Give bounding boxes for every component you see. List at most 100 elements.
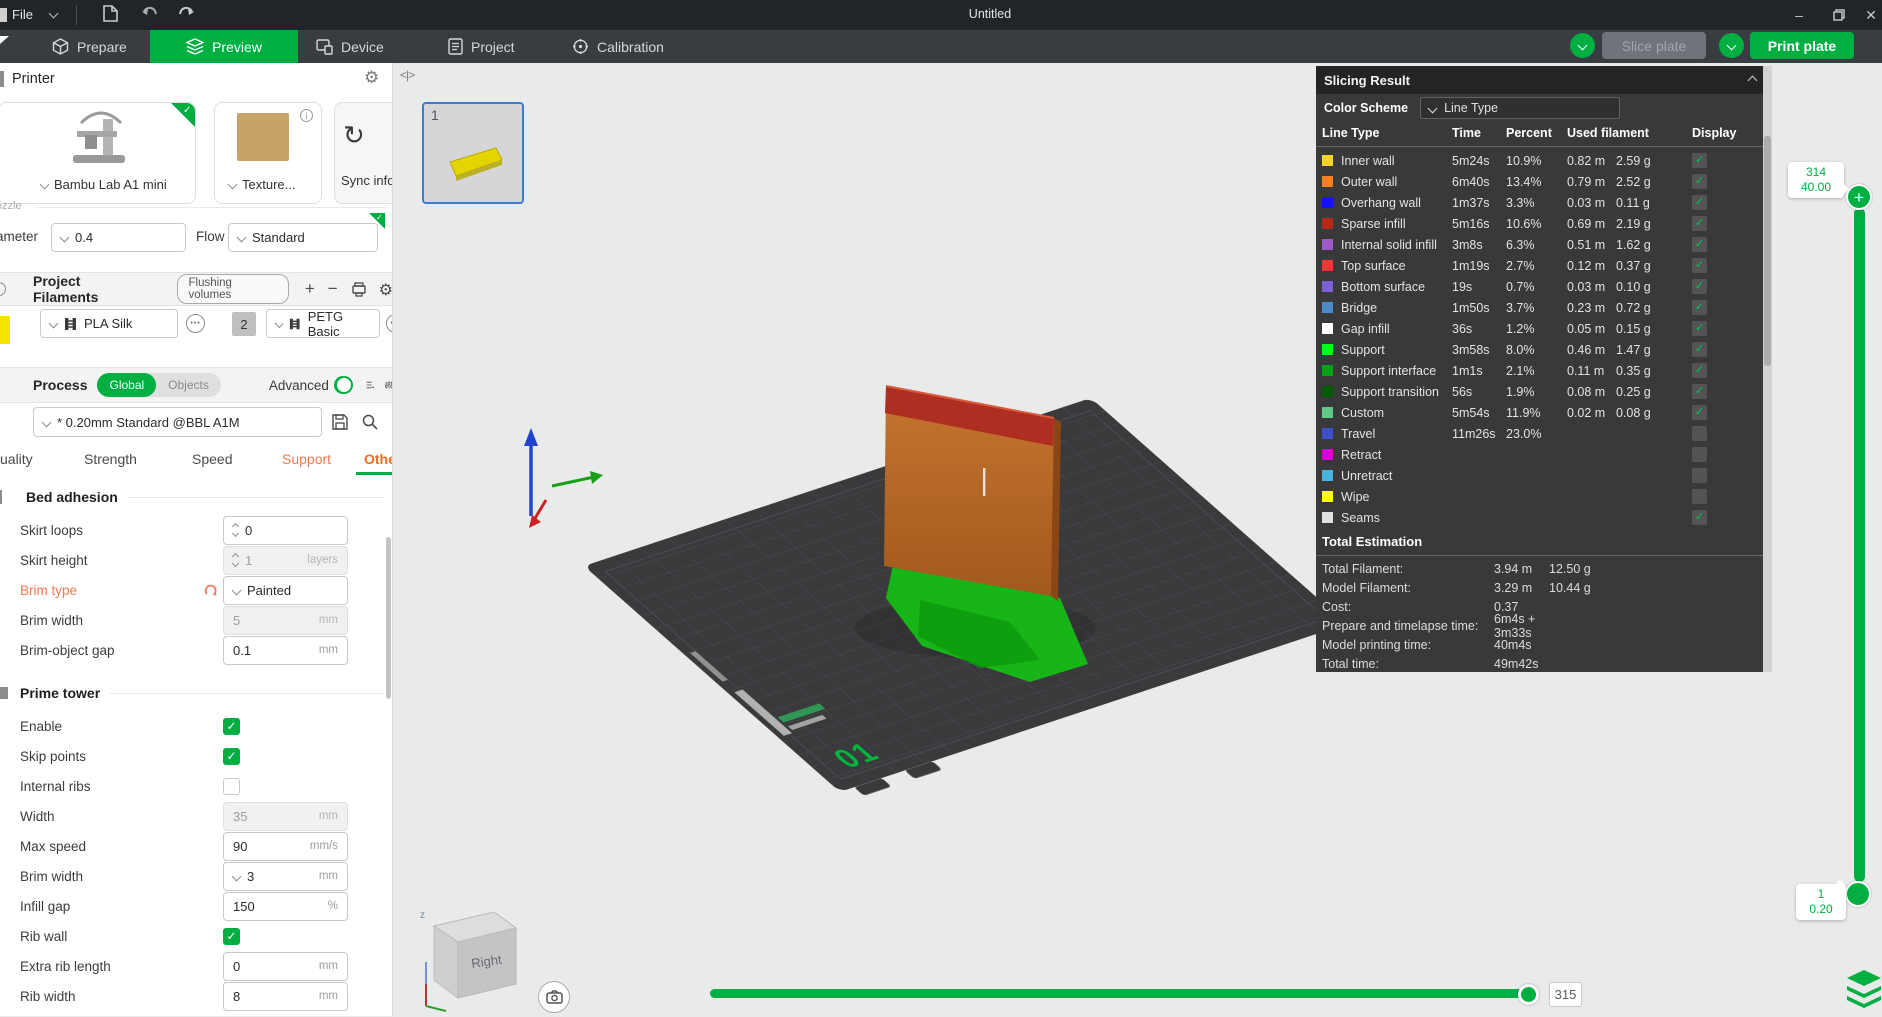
close-button[interactable]: ✕ [1854,0,1882,30]
file-menu-chevron-icon[interactable] [49,9,59,19]
save-preset-icon[interactable] [332,414,348,430]
infill-gap-input[interactable]: 150% [223,892,348,921]
printer-settings-gear-icon[interactable]: ⚙ [364,68,379,88]
process-preset-select[interactable]: * 0.20mm Standard @BBL A1M [33,407,322,437]
process-objects-segment[interactable]: Objects [156,373,221,397]
brim-width-input[interactable]: 5mm [223,606,348,635]
display-checkbox[interactable]: ✓ [1692,426,1707,441]
display-checkbox[interactable]: ✓ [1692,195,1707,210]
advanced-toggle[interactable] [334,376,353,394]
tab-others[interactable]: Others [364,451,393,467]
plate-type-card[interactable]: i Texture... [214,102,322,204]
process-global-segment[interactable]: Global [97,373,156,397]
display-checkbox[interactable]: ✓ [1692,489,1707,504]
nozzle-diameter-select[interactable]: 0.4 [51,223,186,252]
display-checkbox[interactable]: ✓ [1692,174,1707,189]
tab-device[interactable]: Device [300,30,400,63]
filament-1-options-button[interactable]: ••• [186,314,205,333]
printer-model-select[interactable]: Bambu Lab A1 mini [41,177,167,192]
display-checkbox[interactable]: ✓ [1692,258,1707,273]
tab-prepare[interactable]: Prepare [36,30,143,63]
filament-1-select[interactable]: PLA Silk [40,309,178,338]
layer-slider-track[interactable] [1854,208,1865,882]
timeline-slider-track[interactable] [710,989,1530,998]
redo-icon[interactable] [174,5,198,25]
printer-card[interactable]: ✓ Bambu Lab A1 mini [0,102,196,204]
filament-2-number-badge[interactable]: 2 [232,312,256,336]
panel-collapse-icon[interactable] [1748,75,1758,85]
filament-settings-gear-icon[interactable]: ⚙ [379,280,393,299]
display-checkbox[interactable]: ✓ [1692,237,1707,252]
plate-thumbnail[interactable]: 1 [422,102,524,204]
new-file-icon[interactable] [98,5,122,27]
undo-icon[interactable] [138,5,162,25]
timeline-slider-handle[interactable] [1518,984,1539,1005]
add-filament-button[interactable]: + [305,279,315,299]
snapshot-camera-button[interactable] [538,981,570,1013]
display-checkbox[interactable]: ✓ [1692,468,1707,483]
brim-object-gap-input[interactable]: 0.1mm [223,636,348,665]
print-options-dropdown[interactable] [1719,33,1744,58]
skip-points-checkbox[interactable]: ✓ [223,748,240,765]
file-menu[interactable]: File [12,7,33,22]
tab-preview[interactable]: Preview [150,30,298,63]
max-speed-input[interactable]: 90mm/s [223,832,348,861]
internal-ribs-checkbox[interactable] [223,778,240,795]
display-checkbox[interactable]: ✓ [1692,363,1707,378]
remove-filament-button[interactable]: − [328,279,338,299]
layer-slider-bottom-handle[interactable] [1845,881,1871,907]
tab-project[interactable]: Project [432,30,531,63]
brim-type-select[interactable]: Painted [223,576,348,605]
tower-brim-width-select[interactable]: 3 mm [223,862,348,891]
display-checkbox[interactable]: ✓ [1692,447,1707,462]
flow-select[interactable]: Standard [228,223,378,252]
sidebar-scrollbar[interactable] [386,537,391,699]
display-checkbox[interactable]: ✓ [1692,300,1707,315]
color-scheme-select[interactable]: Line Type [1420,97,1620,119]
slice-options-dropdown[interactable] [1570,33,1595,58]
restore-button[interactable] [1822,0,1856,30]
enable-checkbox[interactable]: ✓ [223,718,240,735]
display-checkbox[interactable]: ✓ [1692,405,1707,420]
skirt-height-input[interactable]: 1 layers [223,546,348,575]
sync-info-card[interactable]: ↻ Sync info [334,102,393,204]
tab-calibration[interactable]: Calibration [556,30,680,63]
flushing-volumes-button[interactable]: Flushing volumes [177,274,288,304]
tab-quality[interactable]: uality [0,451,33,467]
filament-2-options-button[interactable]: ••• [386,314,393,333]
display-checkbox[interactable]: ✓ [1692,279,1707,294]
print-plate-button[interactable]: Print plate [1750,32,1854,59]
display-checkbox[interactable]: ✓ [1692,216,1707,231]
tab-strength[interactable]: Strength [84,451,137,467]
collapse-icon-fragment[interactable] [0,282,6,296]
filament-1-color-swatch[interactable] [0,316,10,344]
app-menu-icon[interactable] [0,8,7,22]
panel-scrollbar[interactable] [1763,66,1772,672]
minimize-button[interactable]: – [1782,0,1816,30]
layer-slider-top-handle[interactable]: + [1846,184,1872,210]
orientation-cube[interactable]: Right z [420,900,530,1017]
sync-filament-icon[interactable] [351,282,367,297]
display-checkbox[interactable]: ✓ [1692,384,1707,399]
tab-speed[interactable]: Speed [192,451,232,467]
display-checkbox[interactable]: ✓ [1692,510,1707,525]
rib-width-input[interactable]: 8mm [223,982,348,1011]
plate-info-icon[interactable]: i [300,109,313,122]
skirt-loops-input[interactable]: 0 [223,516,348,545]
display-checkbox[interactable]: ✓ [1692,321,1707,336]
slicing-result-header[interactable]: Slicing Result [1316,66,1772,94]
width-input[interactable]: 35mm [223,802,348,831]
layers-view-icon[interactable] [1845,968,1882,1015]
extra-rib-length-input[interactable]: 0mm [223,952,348,981]
reset-value-icon[interactable] [204,584,218,597]
plate-type-select[interactable]: Texture... [229,177,295,192]
rib-wall-checkbox[interactable]: ✓ [223,928,240,945]
process-scope-toggle[interactable]: Global Objects [97,373,220,397]
sidebar-collapse-handle[interactable]: <|> [400,68,414,82]
search-preset-icon[interactable] [362,414,378,430]
filament-2-select[interactable]: PETG Basic [266,309,380,338]
display-checkbox[interactable]: ✓ [1692,153,1707,168]
preset-list-icon[interactable] [366,378,374,392]
slice-plate-button[interactable]: Slice plate [1602,32,1706,59]
display-checkbox[interactable]: ✓ [1692,342,1707,357]
